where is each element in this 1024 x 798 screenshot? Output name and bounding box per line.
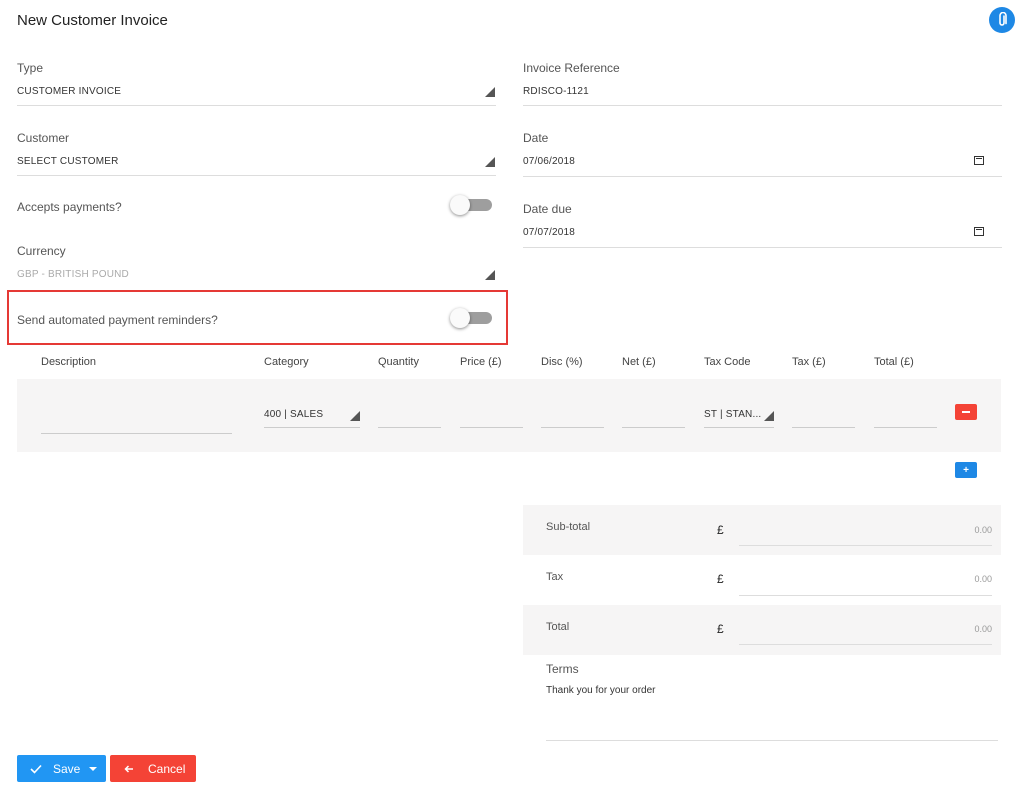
terms-value: Thank you for your order: [546, 685, 656, 696]
underline: [17, 105, 496, 106]
col-total: Total (£): [874, 356, 914, 368]
quantity-input[interactable]: [378, 427, 441, 428]
underline: [704, 427, 774, 428]
add-line-button[interactable]: +: [955, 462, 977, 478]
date-value: 07/06/2018: [523, 156, 576, 167]
underline: [523, 176, 1002, 177]
net-input[interactable]: [622, 427, 685, 428]
total-label: Total: [546, 621, 570, 633]
category-select[interactable]: 400 | SALES: [264, 403, 360, 428]
type-value: CUSTOMER INVOICE: [17, 86, 122, 97]
dropdown-arrow-icon: [485, 87, 495, 97]
tax-row: Tax £ 0.00: [523, 555, 1001, 605]
calendar-icon[interactable]: [974, 156, 984, 165]
col-category: Category: [264, 356, 309, 368]
currency-label: Currency: [17, 244, 66, 258]
accepts-payments-label: Accepts payments?: [17, 200, 122, 214]
discount-input[interactable]: [541, 427, 604, 428]
total-input[interactable]: [874, 427, 937, 428]
tax-code-select[interactable]: ST | STAN...: [704, 403, 774, 428]
line-item-row: [17, 379, 1001, 452]
reminders-toggle[interactable]: [450, 308, 492, 328]
underline: [739, 644, 992, 645]
caret-down-icon[interactable]: [89, 766, 98, 771]
cancel-label: Cancel: [148, 761, 186, 776]
subtotal-row: Sub-total £ 0.00: [523, 505, 1001, 555]
col-discount: Disc (%): [541, 356, 583, 368]
paperclip-icon: [999, 12, 1007, 26]
accepts-payments-toggle[interactable]: [450, 195, 492, 215]
toggle-knob: [450, 195, 470, 215]
toggle-knob: [450, 308, 470, 328]
underline: [264, 427, 360, 428]
save-button[interactable]: Save: [17, 755, 106, 782]
category-value: 400 | SALES: [264, 409, 324, 420]
underline: [523, 105, 1002, 106]
minus-icon: [962, 411, 970, 413]
date-due-value: 07/07/2018: [523, 227, 576, 238]
col-tax-code: Tax Code: [704, 356, 751, 368]
date-due-input[interactable]: 07/07/2018: [523, 219, 1002, 248]
save-label: Save: [53, 761, 81, 776]
date-due-label: Date due: [523, 202, 572, 216]
subtotal-label: Sub-total: [546, 521, 591, 533]
calendar-icon[interactable]: [974, 227, 984, 236]
description-input[interactable]: [41, 433, 232, 434]
date-input[interactable]: 07/06/2018: [523, 148, 1002, 177]
customer-label: Customer: [17, 131, 70, 145]
underline: [739, 545, 992, 546]
price-input[interactable]: [460, 427, 523, 428]
attach-button[interactable]: [989, 7, 1015, 33]
type-label: Type: [17, 61, 44, 75]
customer-select[interactable]: SELECT CUSTOMER: [17, 148, 496, 176]
tax-currency: £: [717, 572, 724, 586]
dropdown-arrow-icon: [764, 411, 774, 421]
dropdown-arrow-icon: [350, 411, 360, 421]
subtotal-currency: £: [717, 523, 724, 537]
customer-value: SELECT CUSTOMER: [17, 156, 119, 167]
page-title: New Customer Invoice: [17, 12, 168, 29]
col-tax: Tax (£): [792, 356, 826, 368]
invoice-reference-label: Invoice Reference: [523, 61, 620, 75]
reminders-label: Send automated payment reminders?: [17, 313, 218, 327]
currency-select[interactable]: GBP - BRITISH POUND: [17, 261, 496, 289]
arrow-left-icon: [124, 764, 133, 773]
invoice-reference-input[interactable]: RDISCO-1121: [523, 78, 1002, 106]
underline: [739, 595, 992, 596]
date-label: Date: [523, 131, 549, 145]
tax-input[interactable]: [792, 427, 855, 428]
col-net: Net (£): [622, 356, 656, 368]
check-icon: [30, 764, 42, 774]
remove-line-button[interactable]: [955, 404, 977, 420]
currency-value: GBP - BRITISH POUND: [17, 269, 129, 280]
dropdown-arrow-icon: [485, 270, 495, 280]
total-row: Total £ 0.00: [523, 605, 1001, 655]
total-value: 0.00: [974, 624, 992, 634]
underline: [523, 247, 1002, 248]
underline: [546, 740, 998, 741]
col-description: Description: [41, 356, 97, 368]
terms-textarea[interactable]: Thank you for your order: [546, 680, 998, 741]
tax-code-value: ST | STAN...: [704, 409, 762, 420]
tax-value: 0.00: [974, 574, 992, 584]
col-quantity: Quantity: [378, 356, 419, 368]
subtotal-value: 0.00: [974, 525, 992, 535]
underline: [17, 175, 496, 176]
terms-label: Terms: [546, 662, 579, 676]
col-price: Price (£): [460, 356, 502, 368]
invoice-reference-value: RDISCO-1121: [523, 86, 589, 97]
cancel-button[interactable]: Cancel: [110, 755, 196, 782]
total-currency: £: [717, 622, 724, 636]
tax-label: Tax: [546, 571, 564, 583]
type-select[interactable]: CUSTOMER INVOICE: [17, 78, 496, 106]
dropdown-arrow-icon: [485, 157, 495, 167]
